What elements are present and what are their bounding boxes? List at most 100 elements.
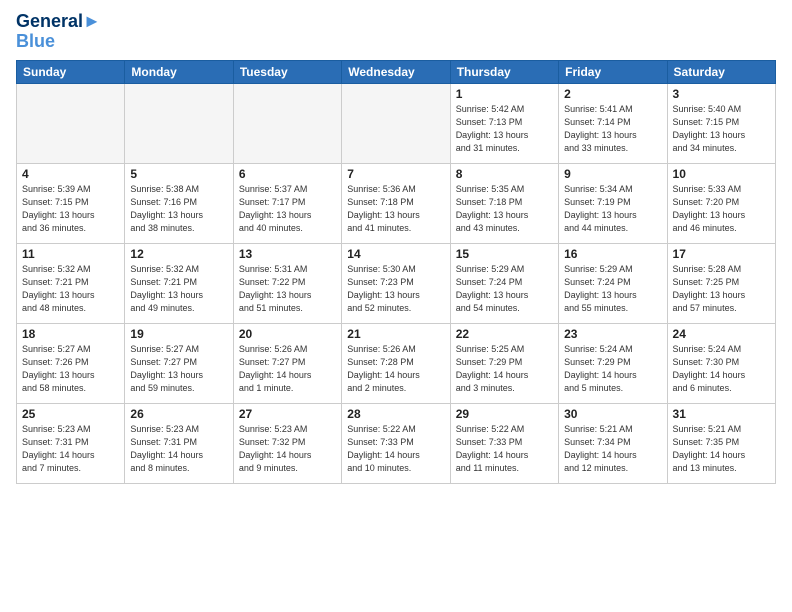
day-number: 28 [347,407,444,421]
calendar-cell: 31 Sunrise: 5:21 AMSunset: 7:35 PMDayligh… [667,403,775,483]
calendar-cell: 6 Sunrise: 5:37 AMSunset: 7:17 PMDaylight… [233,163,341,243]
day-number: 11 [22,247,119,261]
weekday-saturday: Saturday [667,60,775,83]
weekday-monday: Monday [125,60,233,83]
weekday-thursday: Thursday [450,60,558,83]
day-info: Sunrise: 5:23 AMSunset: 7:31 PMDaylight:… [22,423,119,475]
day-number: 20 [239,327,336,341]
day-info: Sunrise: 5:21 AMSunset: 7:35 PMDaylight:… [673,423,770,475]
day-info: Sunrise: 5:37 AMSunset: 7:17 PMDaylight:… [239,183,336,235]
day-number: 31 [673,407,770,421]
calendar-cell: 19Sunrise: 5:27 AMSunset: 7:27 PMDayligh… [125,323,233,403]
day-info: Sunrise: 5:26 AMSunset: 7:28 PMDaylight:… [347,343,444,395]
day-info: Sunrise: 5:35 AMSunset: 7:18 PMDaylight:… [456,183,553,235]
calendar-cell: 27 Sunrise: 5:23 AMSunset: 7:32 PMDayligh… [233,403,341,483]
day-number: 18 [22,327,119,341]
day-number: 15 [456,247,553,261]
day-info: Sunrise: 5:25 AMSunset: 7:29 PMDaylight:… [456,343,553,395]
page-container: General► Blue SundayMondayTuesdayWednesd… [0,0,792,612]
calendar-cell: 21 Sunrise: 5:26 AMSunset: 7:28 PMDayligh… [342,323,450,403]
calendar-cell: 18Sunrise: 5:27 AMSunset: 7:26 PMDayligh… [17,323,125,403]
day-number: 23 [564,327,661,341]
calendar-week-4: 18Sunrise: 5:27 AMSunset: 7:26 PMDayligh… [17,323,776,403]
logo-text: General► [16,12,101,32]
calendar-cell: 22 Sunrise: 5:25 AMSunset: 7:29 PMDayligh… [450,323,558,403]
calendar-cell: 28 Sunrise: 5:22 AMSunset: 7:33 PMDayligh… [342,403,450,483]
day-info: Sunrise: 5:24 AMSunset: 7:30 PMDaylight:… [673,343,770,395]
day-info: Sunrise: 5:31 AMSunset: 7:22 PMDaylight:… [239,263,336,315]
calendar-cell: 9 Sunrise: 5:34 AMSunset: 7:19 PMDaylight… [559,163,667,243]
day-number: 12 [130,247,227,261]
day-number: 29 [456,407,553,421]
day-number: 26 [130,407,227,421]
day-info: Sunrise: 5:30 AMSunset: 7:23 PMDaylight:… [347,263,444,315]
calendar-cell: 24 Sunrise: 5:24 AMSunset: 7:30 PMDayligh… [667,323,775,403]
day-info: Sunrise: 5:39 AMSunset: 7:15 PMDaylight:… [22,183,119,235]
day-number: 14 [347,247,444,261]
day-info: Sunrise: 5:23 AMSunset: 7:32 PMDaylight:… [239,423,336,475]
day-number: 9 [564,167,661,181]
day-info: Sunrise: 5:24 AMSunset: 7:29 PMDaylight:… [564,343,661,395]
calendar-cell: 11Sunrise: 5:32 AMSunset: 7:21 PMDayligh… [17,243,125,323]
page-header: General► Blue [16,12,776,52]
day-number: 22 [456,327,553,341]
day-info: Sunrise: 5:41 AMSunset: 7:14 PMDaylight:… [564,103,661,155]
calendar-cell [125,83,233,163]
day-number: 30 [564,407,661,421]
calendar-cell: 13 Sunrise: 5:31 AMSunset: 7:22 PMDayligh… [233,243,341,323]
weekday-header-row: SundayMondayTuesdayWednesdayThursdayFrid… [17,60,776,83]
day-info: Sunrise: 5:32 AMSunset: 7:21 PMDaylight:… [130,263,227,315]
logo: General► Blue [16,12,101,52]
day-info: Sunrise: 5:23 AMSunset: 7:31 PMDaylight:… [130,423,227,475]
calendar-cell [342,83,450,163]
weekday-wednesday: Wednesday [342,60,450,83]
day-info: Sunrise: 5:21 AMSunset: 7:34 PMDaylight:… [564,423,661,475]
calendar-cell: 14 Sunrise: 5:30 AMSunset: 7:23 PMDayligh… [342,243,450,323]
calendar-cell: 4Sunrise: 5:39 AMSunset: 7:15 PMDaylight… [17,163,125,243]
day-number: 8 [456,167,553,181]
day-info: Sunrise: 5:26 AMSunset: 7:27 PMDaylight:… [239,343,336,395]
day-info: Sunrise: 5:34 AMSunset: 7:19 PMDaylight:… [564,183,661,235]
day-info: Sunrise: 5:29 AMSunset: 7:24 PMDaylight:… [564,263,661,315]
day-info: Sunrise: 5:33 AMSunset: 7:20 PMDaylight:… [673,183,770,235]
calendar-cell: 2 Sunrise: 5:41 AMSunset: 7:14 PMDaylight… [559,83,667,163]
day-info: Sunrise: 5:36 AMSunset: 7:18 PMDaylight:… [347,183,444,235]
calendar-cell: 10Sunrise: 5:33 AMSunset: 7:20 PMDayligh… [667,163,775,243]
calendar-cell: 16 Sunrise: 5:29 AMSunset: 7:24 PMDayligh… [559,243,667,323]
day-number: 5 [130,167,227,181]
calendar-week-2: 4Sunrise: 5:39 AMSunset: 7:15 PMDaylight… [17,163,776,243]
day-info: Sunrise: 5:27 AMSunset: 7:27 PMDaylight:… [130,343,227,395]
day-info: Sunrise: 5:22 AMSunset: 7:33 PMDaylight:… [456,423,553,475]
day-info: Sunrise: 5:38 AMSunset: 7:16 PMDaylight:… [130,183,227,235]
calendar-cell: 5 Sunrise: 5:38 AMSunset: 7:16 PMDaylight… [125,163,233,243]
day-number: 2 [564,87,661,101]
day-number: 21 [347,327,444,341]
calendar-cell: 23 Sunrise: 5:24 AMSunset: 7:29 PMDayligh… [559,323,667,403]
calendar-cell: 30 Sunrise: 5:21 AMSunset: 7:34 PMDayligh… [559,403,667,483]
day-number: 1 [456,87,553,101]
calendar-cell: 7Sunrise: 5:36 AMSunset: 7:18 PMDaylight… [342,163,450,243]
calendar-cell: 17 Sunrise: 5:28 AMSunset: 7:25 PMDayligh… [667,243,775,323]
calendar-week-5: 25Sunrise: 5:23 AMSunset: 7:31 PMDayligh… [17,403,776,483]
calendar-cell: 29 Sunrise: 5:22 AMSunset: 7:33 PMDayligh… [450,403,558,483]
day-number: 27 [239,407,336,421]
day-number: 6 [239,167,336,181]
calendar-cell: 20 Sunrise: 5:26 AMSunset: 7:27 PMDayligh… [233,323,341,403]
day-info: Sunrise: 5:22 AMSunset: 7:33 PMDaylight:… [347,423,444,475]
calendar-table: SundayMondayTuesdayWednesdayThursdayFrid… [16,60,776,484]
calendar-cell [17,83,125,163]
weekday-tuesday: Tuesday [233,60,341,83]
day-info: Sunrise: 5:42 AMSunset: 7:13 PMDaylight:… [456,103,553,155]
weekday-friday: Friday [559,60,667,83]
calendar-cell: 8 Sunrise: 5:35 AMSunset: 7:18 PMDaylight… [450,163,558,243]
day-number: 16 [564,247,661,261]
weekday-sunday: Sunday [17,60,125,83]
day-info: Sunrise: 5:28 AMSunset: 7:25 PMDaylight:… [673,263,770,315]
calendar-week-1: 1 Sunrise: 5:42 AMSunset: 7:13 PMDaylight… [17,83,776,163]
calendar-cell: 1 Sunrise: 5:42 AMSunset: 7:13 PMDaylight… [450,83,558,163]
day-number: 13 [239,247,336,261]
calendar-cell: 12 Sunrise: 5:32 AMSunset: 7:21 PMDayligh… [125,243,233,323]
day-info: Sunrise: 5:40 AMSunset: 7:15 PMDaylight:… [673,103,770,155]
day-number: 17 [673,247,770,261]
day-number: 24 [673,327,770,341]
